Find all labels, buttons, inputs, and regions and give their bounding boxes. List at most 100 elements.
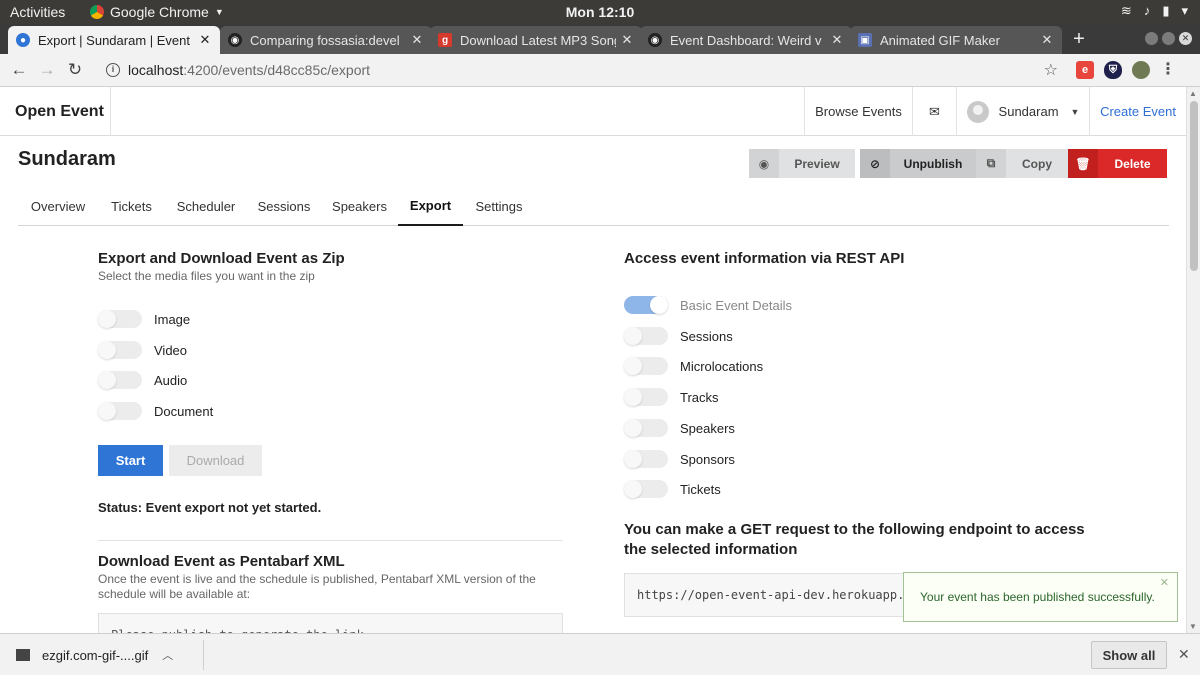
endpoint-heading: You can make a GET request to the follow… (624, 521, 1085, 558)
app-menu[interactable]: Google Chrome ▼ (90, 4, 224, 20)
profile-avatar-icon[interactable] (1132, 61, 1150, 79)
ezgif-icon: ▣ (858, 33, 872, 47)
tab-title: Animated GIF Maker (880, 32, 1000, 48)
minimize-icon[interactable] (1145, 32, 1158, 45)
page-scrollbar[interactable]: ▲ ▼ (1186, 87, 1200, 633)
toggle-switch[interactable] (98, 371, 142, 389)
brand-logo[interactable]: Open Event (0, 87, 111, 136)
close-icon[interactable]: ✕ (410, 32, 424, 48)
scrollbar-thumb[interactable] (1190, 101, 1198, 271)
close-icon[interactable]: ✕ (620, 32, 634, 48)
delete-button[interactable]: 🗑 Delete (1068, 149, 1167, 178)
tab-title: Event Dashboard: Weird v (670, 32, 822, 48)
api-option-basic-event-details[interactable]: Basic Event Details (624, 296, 792, 314)
tab-settings[interactable]: Settings (463, 187, 535, 226)
mp3-site-icon: g (438, 33, 452, 47)
xml-link-field[interactable]: Please publish to generate the link (98, 613, 563, 633)
chevron-up-icon[interactable]: ︿ (162, 647, 173, 663)
scroll-up-arrow-icon[interactable]: ▲ (1189, 89, 1197, 98)
kebab-menu-icon[interactable]: ⋮ (1160, 61, 1176, 79)
user-dropdown[interactable]: Sundaram ▼ (956, 87, 1089, 136)
toggle-switch[interactable] (98, 341, 142, 359)
tab-overview[interactable]: Overview (18, 187, 98, 226)
tab-title: Export | Sundaram | Event (38, 32, 190, 48)
api-option-sessions[interactable]: Sessions (624, 327, 733, 345)
zip-option-document[interactable]: Document (98, 402, 213, 420)
event-title: Sundaram (18, 148, 116, 170)
toggle-switch[interactable] (624, 480, 668, 498)
back-arrow-icon[interactable]: ← (8, 59, 30, 81)
create-event-link[interactable]: Create Event (1089, 87, 1186, 136)
browser-tab-gif-maker[interactable]: ▣ Animated GIF Maker ✕ (850, 26, 1062, 54)
close-icon[interactable]: ✕ (1178, 646, 1190, 663)
toggle-switch[interactable] (624, 419, 668, 437)
new-tab-button[interactable]: + (1068, 28, 1090, 50)
scroll-down-arrow-icon[interactable]: ▼ (1189, 622, 1197, 631)
toggle-switch[interactable] (624, 357, 668, 375)
zip-option-audio[interactable]: Audio (98, 371, 187, 389)
activities-button[interactable]: Activities (10, 4, 65, 20)
page-viewport: Open Event Browse Events ✉ Sundaram ▼ Cr… (0, 87, 1186, 633)
copy-button[interactable]: ⧉ Copy (976, 149, 1068, 178)
close-icon[interactable]: ✕ (830, 32, 844, 48)
reload-icon[interactable]: ↻ (64, 59, 86, 81)
start-export-button[interactable]: Start (98, 445, 163, 476)
option-label: Microlocations (680, 358, 764, 374)
close-icon[interactable]: ✕ (1040, 32, 1054, 48)
wifi-icon[interactable]: ≋ (1121, 3, 1132, 19)
browser-tab-github-compare[interactable]: ◉ Comparing fossasia:devel ✕ (220, 26, 432, 54)
api-option-tracks[interactable]: Tracks (624, 388, 719, 406)
tab-title: Comparing fossasia:devel (250, 32, 400, 48)
tab-sessions[interactable]: Sessions (247, 187, 321, 226)
tab-tickets[interactable]: Tickets (98, 187, 165, 226)
option-label: Audio (154, 372, 188, 388)
zip-option-video[interactable]: Video (98, 341, 187, 359)
toggle-switch[interactable] (98, 402, 142, 420)
option-label: Document (154, 403, 214, 419)
ban-icon: ⊘ (860, 149, 890, 178)
close-icon[interactable]: ✕ (198, 32, 212, 48)
toggle-switch[interactable] (624, 327, 668, 345)
zip-option-image[interactable]: Image (98, 310, 190, 328)
tab-scheduler[interactable]: Scheduler (165, 187, 247, 226)
maximize-icon[interactable] (1162, 32, 1175, 45)
zip-export-subheading: Select the media files you want in the z… (98, 269, 315, 283)
close-icon[interactable]: ✕ (1160, 576, 1169, 589)
api-option-microlocations[interactable]: Microlocations (624, 357, 763, 375)
toggle-switch[interactable] (624, 388, 668, 406)
show-all-button[interactable]: Show all (1091, 641, 1167, 669)
api-option-speakers[interactable]: Speakers (624, 419, 735, 437)
toggle-switch[interactable] (98, 310, 142, 328)
address-bar[interactable]: i localhost:4200/events/d48cc85c/export … (96, 58, 1066, 82)
site-info-icon[interactable]: i (106, 63, 120, 77)
download-zip-button[interactable]: Download (169, 445, 262, 476)
zip-export-heading: Export and Download Event as Zip (98, 250, 345, 267)
browser-tab-export[interactable]: ● Export | Sundaram | Event ✕ (8, 26, 220, 54)
api-option-sponsors[interactable]: Sponsors (624, 450, 735, 468)
toggle-switch[interactable] (624, 450, 668, 468)
browser-tab-mp3[interactable]: g Download Latest MP3 Song ✕ (430, 26, 642, 54)
github-icon: ◉ (228, 33, 242, 47)
mail-icon[interactable]: ✉ (912, 87, 956, 136)
download-item[interactable]: ezgif.com-gif-....gif ︿ (16, 644, 173, 666)
ublock-shield-icon[interactable]: ⛨ (1104, 61, 1122, 79)
bookmark-star-icon[interactable]: ☆ (1044, 60, 1058, 80)
forward-arrow-icon[interactable]: → (36, 59, 58, 81)
option-label: Tracks (680, 389, 719, 405)
volume-icon[interactable]: ♪ (1144, 3, 1151, 19)
api-option-tickets[interactable]: Tickets (624, 480, 721, 498)
tab-export[interactable]: Export (398, 187, 463, 226)
extension-red-icon[interactable]: e (1076, 61, 1094, 79)
option-label: Speakers (680, 420, 735, 436)
browser-tab-event-dashboard[interactable]: ◉ Event Dashboard: Weird v ✕ (640, 26, 852, 54)
tab-speakers[interactable]: Speakers (321, 187, 398, 226)
toggle-switch[interactable] (624, 296, 668, 314)
battery-icon[interactable]: ▮ (1162, 3, 1169, 19)
download-filename: ezgif.com-gif-....gif (42, 647, 149, 663)
caret-down-icon: ▼ (1070, 106, 1080, 117)
browse-events-link[interactable]: Browse Events (804, 87, 912, 136)
power-menu-icon[interactable]: ▾ (1181, 3, 1188, 19)
preview-button[interactable]: ◉ Preview (749, 149, 855, 178)
unpublish-button[interactable]: ⊘ Unpublish (860, 149, 976, 178)
window-close-icon[interactable]: ✕ (1179, 32, 1192, 45)
